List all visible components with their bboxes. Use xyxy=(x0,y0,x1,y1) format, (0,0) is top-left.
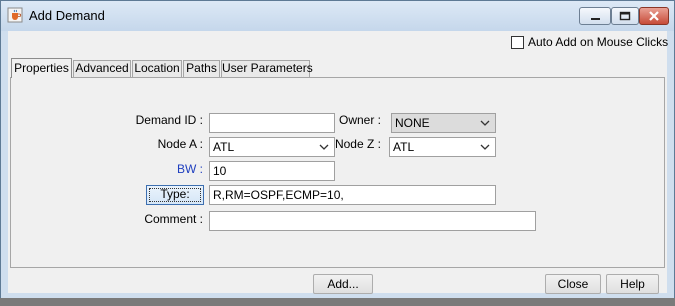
node-z-value: ATL xyxy=(393,140,415,154)
bw-label: BW : xyxy=(177,162,203,176)
tab-paths[interactable]: Paths xyxy=(183,60,220,77)
tab-location[interactable]: Location xyxy=(132,60,182,77)
title-bar[interactable]: Add Demand xyxy=(1,1,674,31)
close-icon xyxy=(649,11,659,21)
maximize-button[interactable] xyxy=(611,7,639,25)
type-button[interactable]: Type: xyxy=(146,185,204,205)
comment-field[interactable] xyxy=(209,211,536,231)
close-button[interactable]: Close xyxy=(545,274,601,294)
auto-add-label: Auto Add on Mouse Clicks xyxy=(528,35,669,49)
dialog-content: Auto Add on Mouse Clicks Properties Adva… xyxy=(8,31,668,294)
owner-label: Owner : xyxy=(338,113,381,127)
demand-id-label: Demand ID : xyxy=(135,113,203,127)
chevron-down-icon xyxy=(480,144,490,150)
close-window-button[interactable] xyxy=(639,7,669,25)
minimize-icon xyxy=(591,18,600,20)
node-a-select[interactable]: ATL xyxy=(209,137,335,157)
tab-advanced[interactable]: Advanced xyxy=(73,60,131,77)
java-cup-icon xyxy=(7,7,23,23)
background-application-strip xyxy=(0,298,675,306)
node-a-value: ATL xyxy=(213,140,235,154)
bw-field[interactable]: 10 xyxy=(209,161,335,181)
tab-user-parameters[interactable]: User Parameters xyxy=(221,60,313,77)
properties-panel: Demand ID : Owner : NONE Node A : ATL No… xyxy=(10,77,665,268)
add-demand-window: Add Demand Auto Add on Mouse Clicks Prop… xyxy=(0,0,675,300)
owner-select[interactable]: NONE xyxy=(391,113,496,133)
auto-add-option[interactable]: Auto Add on Mouse Clicks xyxy=(511,35,668,51)
owner-value: NONE xyxy=(395,116,430,130)
chevron-down-icon xyxy=(480,120,490,126)
node-z-label: Node Z : xyxy=(334,137,381,151)
tab-properties[interactable]: Properties xyxy=(11,58,72,78)
minimize-button[interactable] xyxy=(579,7,611,25)
chevron-down-icon xyxy=(319,144,329,150)
demand-id-field[interactable] xyxy=(209,113,335,133)
comment-label: Comment : xyxy=(144,212,203,226)
add-button[interactable]: Add... xyxy=(313,274,373,294)
node-a-label: Node A : xyxy=(157,137,203,151)
help-button[interactable]: Help xyxy=(606,274,659,294)
auto-add-checkbox[interactable] xyxy=(511,36,524,49)
maximize-icon xyxy=(619,11,631,21)
type-field[interactable]: R,RM=OSPF,ECMP=10, xyxy=(209,185,496,205)
window-title: Add Demand xyxy=(29,8,105,23)
node-z-select[interactable]: ATL xyxy=(389,137,496,157)
